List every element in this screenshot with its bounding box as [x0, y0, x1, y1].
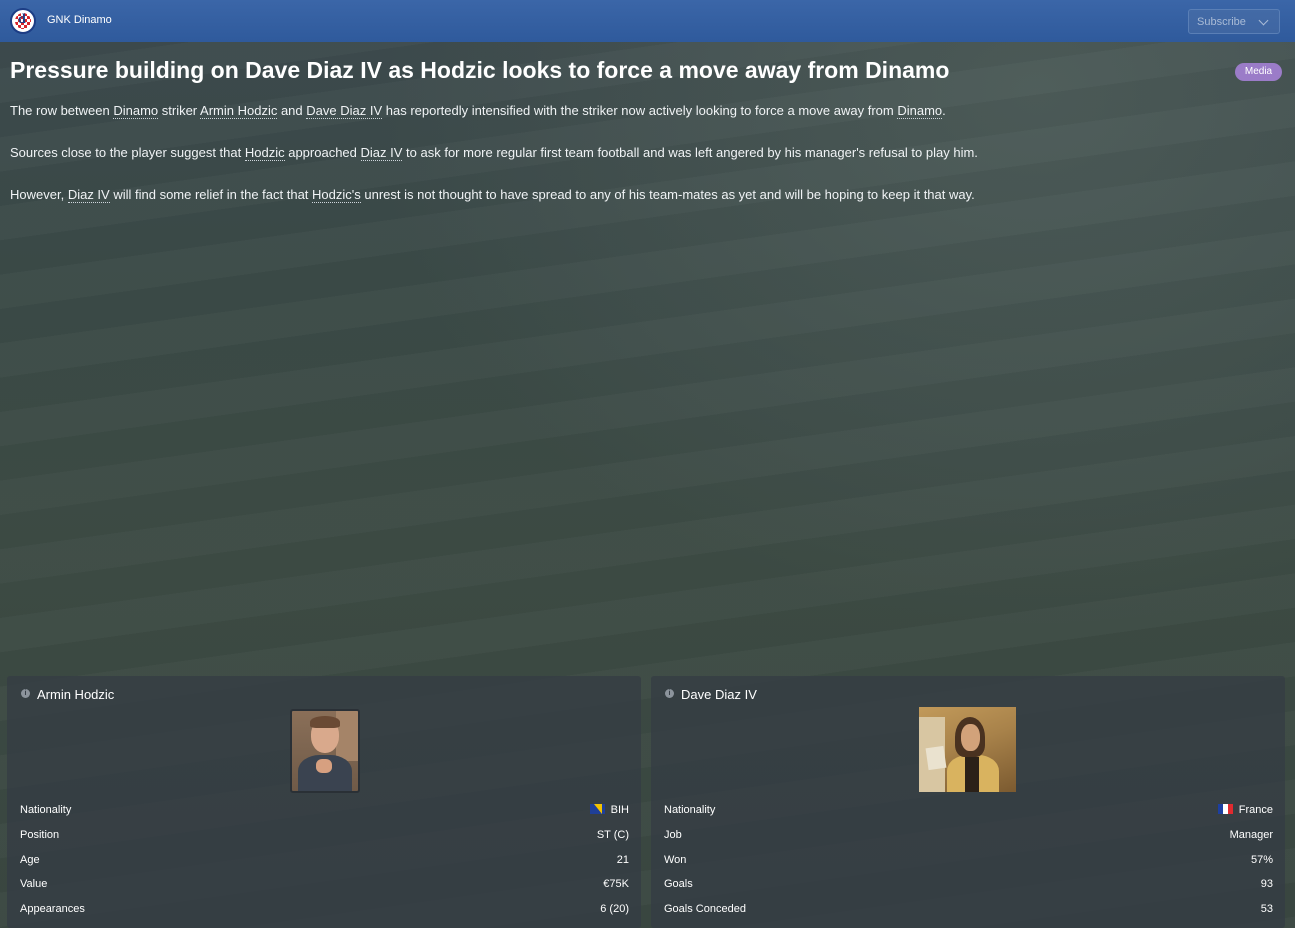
row-value[interactable]: France [1217, 804, 1273, 816]
subscribe-dropdown[interactable]: Subscribe [1188, 9, 1280, 34]
manager-card: i Dave Diaz IV Nationality France Job Ma… [651, 676, 1285, 928]
text: . [942, 103, 946, 118]
info-row-position: Position ST (C) [20, 823, 629, 848]
nationality-value: BIH [610, 804, 629, 816]
info-icon[interactable]: i [21, 689, 30, 698]
row-label: Value [20, 878, 48, 891]
info-row-job: Job Manager [664, 823, 1273, 848]
article-headline: Pressure building on Dave Diaz IV as Hod… [10, 57, 950, 83]
article-paragraph-2: Sources close to the player suggest that… [10, 145, 978, 161]
club-logo-icon[interactable]: d [10, 8, 36, 34]
player-link-hodzic[interactable]: Armin Hodzic [200, 103, 278, 119]
info-row-appearances: Appearances 6 (20) [20, 897, 629, 922]
text: However, [10, 187, 68, 202]
row-value: 6 (20) [600, 903, 629, 915]
text: striker [158, 103, 201, 118]
manager-info-list: Nationality France Job Manager Won 57% G… [664, 798, 1273, 922]
row-label: Age [20, 853, 40, 866]
info-row-goals: Goals 93 [664, 872, 1273, 897]
manager-link-diaz[interactable]: Diaz IV [67, 187, 110, 203]
nationality-value: France [1238, 804, 1273, 816]
row-value: 53 [1260, 903, 1273, 915]
photo-shirt [965, 757, 979, 792]
info-row-nationality: Nationality BIH [20, 798, 629, 823]
manager-photo[interactable] [919, 707, 1016, 792]
photo-hair [310, 716, 340, 728]
manager-link-diaz[interactable]: Diaz IV [360, 145, 403, 161]
photo-face [961, 724, 980, 751]
row-label: Won [664, 853, 687, 866]
row-value: €75K [603, 878, 629, 891]
row-label: Appearances [20, 903, 85, 915]
info-row-won: Won 57% [664, 848, 1273, 873]
row-value: ST (C) [596, 828, 629, 841]
text: has reportedly intensified with the stri… [382, 103, 898, 118]
club-link-dinamo[interactable]: Dinamo [897, 103, 943, 119]
text: to ask for more regular first team footb… [402, 145, 978, 160]
player-info-list: Nationality BIH Position ST (C) Age 21 V… [20, 798, 629, 922]
row-value: Manager [1229, 828, 1273, 841]
photo-hand [316, 759, 332, 773]
text: approached [284, 145, 361, 160]
row-value: 21 [616, 853, 629, 866]
text: Sources close to the player suggest that [10, 145, 245, 160]
player-link-hodzic[interactable]: Hodzic's [312, 187, 361, 203]
row-label: Nationality [664, 804, 716, 816]
article-paragraph-1: The row between Dinamo striker Armin Hod… [10, 103, 946, 119]
info-icon[interactable]: i [665, 689, 674, 698]
info-row-nationality: Nationality France [664, 798, 1273, 823]
text: unrest is not thought to have spread to … [360, 187, 975, 202]
info-row-goals-conceded: Goals Conceded 53 [664, 897, 1273, 922]
row-label: Job [664, 828, 682, 841]
player-link-hodzic[interactable]: Hodzic [244, 145, 285, 161]
media-tag-badge: Media [1235, 63, 1282, 81]
photo-background [336, 711, 358, 761]
manager-link-diaz[interactable]: Dave Diaz IV [306, 103, 383, 119]
top-bar: d GNK Dinamo Subscribe [0, 0, 1295, 42]
row-value: 93 [1260, 878, 1273, 891]
text: will find some relief in the fact that [109, 187, 313, 202]
row-value: 57% [1250, 853, 1273, 866]
article-paragraph-3: However, Diaz IV will find some relief i… [10, 187, 975, 203]
text: and [277, 103, 307, 118]
row-label: Goals Conceded [664, 903, 746, 915]
player-photo[interactable] [290, 709, 360, 793]
player-name-link[interactable]: Armin Hodzic [37, 687, 114, 702]
france-flag-icon [1217, 804, 1233, 814]
player-card: i Armin Hodzic Nationality BIH Position … [7, 676, 641, 928]
text: The row between [10, 103, 114, 118]
club-name-link[interactable]: GNK Dinamo [47, 14, 112, 26]
chevron-down-icon [1258, 15, 1269, 26]
row-label: Position [20, 828, 60, 841]
row-value[interactable]: BIH [589, 804, 629, 816]
row-label: Goals [664, 878, 693, 891]
info-row-age: Age 21 [20, 848, 629, 873]
bosnia-flag-icon [589, 804, 605, 814]
subscribe-label: Subscribe [1197, 16, 1246, 28]
row-label: Nationality [20, 804, 72, 816]
club-crest-letter: d [18, 12, 26, 27]
manager-name-link[interactable]: Dave Diaz IV [681, 687, 757, 702]
photo-paper [925, 745, 947, 771]
club-link-dinamo[interactable]: Dinamo [113, 103, 159, 119]
info-row-value: Value €75K [20, 872, 629, 897]
